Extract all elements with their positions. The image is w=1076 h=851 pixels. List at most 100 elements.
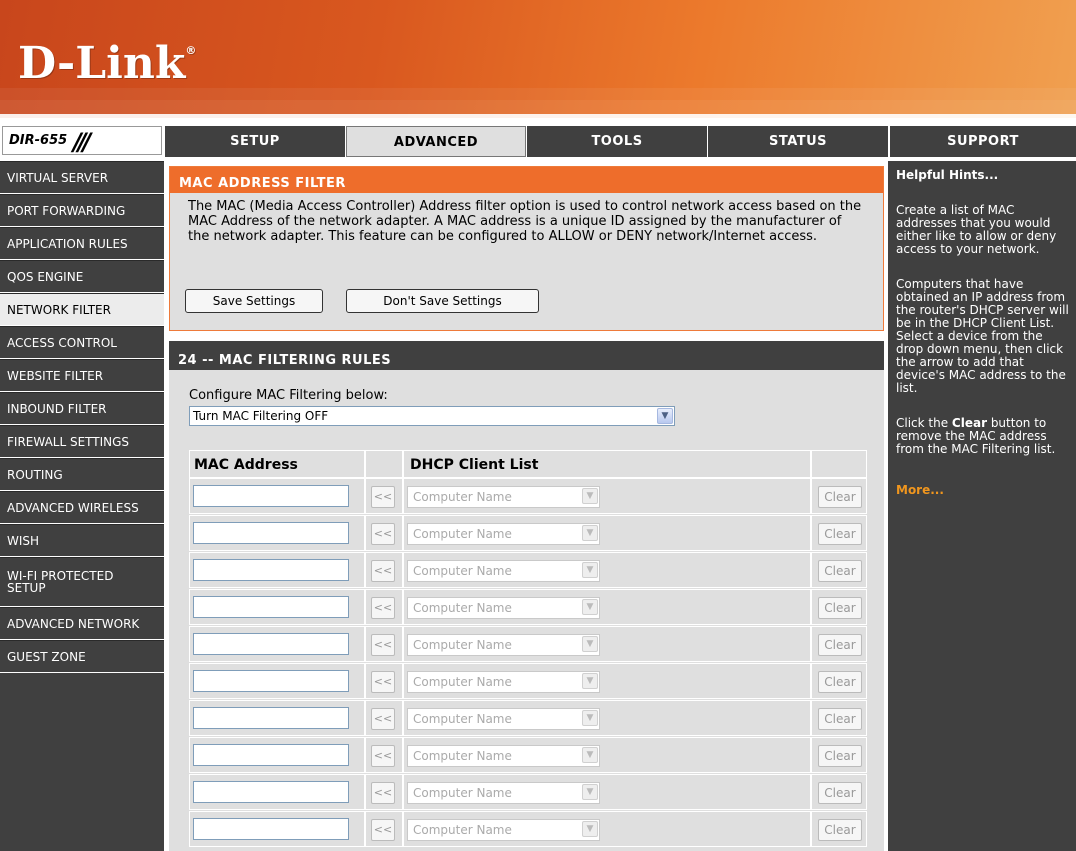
clear-button[interactable]: Clear [818,819,862,841]
chevron-down-icon[interactable]: ▼ [582,747,598,763]
add-cell: << [365,774,403,810]
mac-address-input[interactable] [193,670,349,692]
mac-address-input[interactable] [193,559,349,581]
dhcp-cell: Computer Name ▼ [403,589,811,625]
add-to-list-button[interactable]: << [371,782,395,804]
add-to-list-button[interactable]: << [371,523,395,545]
mac-cell [189,626,365,662]
sidebar-item-application-rules[interactable]: APPLICATION RULES [0,227,164,260]
add-to-list-button[interactable]: << [371,634,395,656]
clear-button[interactable]: Clear [818,634,862,656]
mac-address-input[interactable] [193,781,349,803]
sidebar-item-access-control[interactable]: ACCESS CONTROL [0,326,164,359]
sidebar-item-inbound-filter[interactable]: INBOUND FILTER [0,392,164,425]
add-to-list-button[interactable]: << [371,708,395,730]
dont-save-settings-button[interactable]: Don't Save Settings [346,289,539,313]
clear-button[interactable]: Clear [818,486,862,508]
add-to-list-button[interactable]: << [371,819,395,841]
sidebar-item-wish[interactable]: WISH [0,524,164,557]
dlink-logo: D-Link® [18,38,196,89]
chevron-down-icon[interactable]: ▼ [582,710,598,726]
dhcp-placeholder: Computer Name [413,786,512,800]
clear-button[interactable]: Clear [818,671,862,693]
mac-filtering-mode-select[interactable]: Turn MAC Filtering OFF ▼ [189,406,675,426]
dhcp-client-select[interactable]: Computer Name ▼ [407,782,600,804]
tab-status[interactable]: STATUS [708,126,888,157]
chevron-down-icon[interactable]: ▼ [582,636,598,652]
dhcp-client-select[interactable]: Computer Name ▼ [407,486,600,508]
mac-address-input[interactable] [193,596,349,618]
model-name: DIR-655 [9,133,68,148]
mode-selected-value: Turn MAC Filtering OFF [193,409,329,423]
clear-cell: Clear [811,552,867,588]
add-cell: << [365,589,403,625]
mac-address-input[interactable] [193,707,349,729]
mac-filter-section: MAC ADDRESS FILTER The MAC (Media Access… [169,166,884,331]
sidebar-item-advanced-network[interactable]: ADVANCED NETWORK [0,607,164,640]
dhcp-client-select[interactable]: Computer Name ▼ [407,597,600,619]
clear-cell: Clear [811,478,867,514]
clear-button[interactable]: Clear [818,782,862,804]
dhcp-client-select[interactable]: Computer Name ▼ [407,671,600,693]
sidebar-item-firewall-settings[interactable]: FIREWALL SETTINGS [0,425,164,458]
mac-address-input[interactable] [193,633,349,655]
chevron-down-icon[interactable]: ▼ [582,525,598,541]
dhcp-client-select[interactable]: Computer Name ▼ [407,708,600,730]
chevron-down-icon[interactable]: ▼ [657,408,673,424]
add-to-list-button[interactable]: << [371,560,395,582]
clear-button[interactable]: Clear [818,597,862,619]
dhcp-client-list-header: DHCP Client List [403,450,811,478]
add-to-list-button[interactable]: << [371,597,395,619]
sidebar-item-port-forwarding[interactable]: PORT FORWARDING [0,194,164,227]
add-to-list-button[interactable]: << [371,671,395,693]
tab-support[interactable]: SUPPORT [890,126,1076,157]
chevron-down-icon[interactable]: ▼ [582,599,598,615]
dhcp-client-select[interactable]: Computer Name ▼ [407,523,600,545]
add-to-list-button[interactable]: << [371,745,395,767]
mac-address-input[interactable] [193,485,349,507]
clear-button[interactable]: Clear [818,708,862,730]
dhcp-placeholder: Computer Name [413,823,512,837]
sidebar-item-qos-engine[interactable]: QOS ENGINE [0,260,164,293]
mac-address-input[interactable] [193,818,349,840]
tab-setup[interactable]: SETUP [165,126,345,157]
save-settings-button[interactable]: Save Settings [185,289,323,313]
dhcp-client-select[interactable]: Computer Name ▼ [407,560,600,582]
add-column-header [365,450,403,478]
chevron-down-icon[interactable]: ▼ [582,488,598,504]
more-link[interactable]: More... [896,484,1076,497]
sidebar-item-wifi-protected-setup[interactable]: WI-FI PROTECTED SETUP [0,557,164,607]
mac-address-input[interactable] [193,522,349,544]
configure-label: Configure MAC Filtering below: [189,388,388,403]
sidebar-item-guest-zone[interactable]: GUEST ZONE [0,640,164,673]
chevron-down-icon[interactable]: ▼ [582,673,598,689]
sidebar-item-network-filter[interactable]: NETWORK FILTER [0,293,164,326]
sidebar-item-routing[interactable]: ROUTING [0,458,164,491]
table-row: << Computer Name ▼ Clear [189,589,869,625]
clear-button[interactable]: Clear [818,745,862,767]
sidebar-item-virtual-server[interactable]: VIRTUAL SERVER [0,161,164,194]
dhcp-cell: Computer Name ▼ [403,478,811,514]
sidebar-item-website-filter[interactable]: WEBSITE FILTER [0,359,164,392]
dhcp-client-select[interactable]: Computer Name ▼ [407,745,600,767]
chevron-down-icon[interactable]: ▼ [582,562,598,578]
tab-tools[interactable]: TOOLS [527,126,707,157]
tab-advanced[interactable]: ADVANCED [346,126,526,157]
dhcp-client-select[interactable]: Computer Name ▼ [407,634,600,656]
add-cell: << [365,811,403,847]
chevron-down-icon[interactable]: ▼ [582,784,598,800]
add-to-list-button[interactable]: << [371,486,395,508]
clear-button[interactable]: Clear [818,523,862,545]
table-row: << Computer Name ▼ Clear [189,478,869,514]
sidebar-item-label: GUEST ZONE [7,649,86,664]
chevron-down-icon[interactable]: ▼ [582,821,598,837]
mac-cell [189,552,365,588]
clear-button[interactable]: Clear [818,560,862,582]
add-cell: << [365,626,403,662]
sidebar-item-advanced-wireless[interactable]: ADVANCED WIRELESS [0,491,164,524]
dhcp-placeholder: Computer Name [413,601,512,615]
sidebar-item-label: INBOUND FILTER [7,401,107,416]
dhcp-client-select[interactable]: Computer Name ▼ [407,819,600,841]
mac-address-input[interactable] [193,744,349,766]
sidebar-item-label: PORT FORWARDING [7,203,126,218]
